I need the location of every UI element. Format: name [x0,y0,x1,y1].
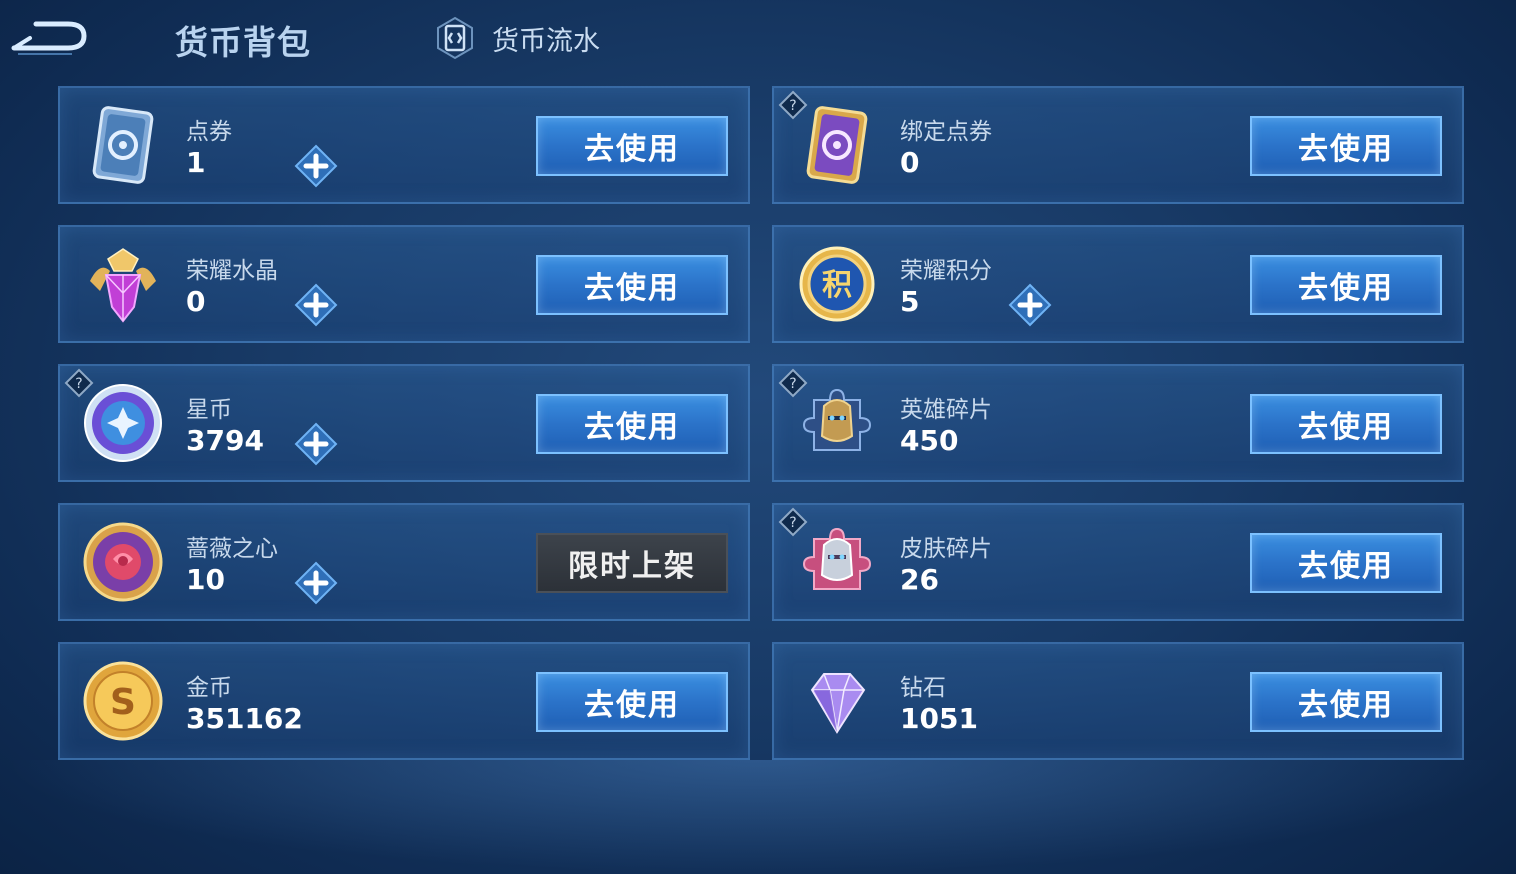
back-button[interactable] [8,16,88,58]
rose-heart-icon [83,522,163,602]
currency-card-diamond: 钻石 1051 去使用 [772,642,1464,760]
currency-amount: 5 [900,285,920,318]
voucher-icon [92,106,154,184]
currency-amount: 0 [900,146,920,179]
currency-amount: 10 [186,563,225,596]
bound-voucher-icon [806,106,868,184]
currency-name: 钻石 [900,675,946,701]
currency-amount: 3794 [186,424,264,457]
currency-name: 蔷薇之心 [186,536,278,562]
currency-card-gold-coin: S 金币 351162 去使用 [58,642,750,760]
use-button[interactable]: 去使用 [536,672,728,732]
currency-amount: 26 [900,563,939,596]
currency-card-hero-fragment: ? 英雄碎片 450 去使用 [772,364,1464,482]
diamond-icon [810,673,866,734]
honor-crystal-icon [90,248,156,323]
currency-name: 荣耀积分 [900,258,992,284]
svg-text:积: 积 [822,268,852,303]
currency-name: 绑定点券 [900,119,992,145]
use-button[interactable]: 去使用 [536,394,728,454]
currency-card-voucher: 点券 1 去使用 [58,86,750,204]
currency-amount: 0 [186,285,206,318]
use-button[interactable]: 去使用 [1250,672,1442,732]
currency-name: 荣耀水晶 [186,258,278,284]
use-button[interactable]: 去使用 [1250,533,1442,593]
currency-history-link[interactable]: 货币流水 [432,14,600,62]
currency-name: 金币 [186,675,232,701]
honor-points-icon: 积 [799,246,875,322]
currency-card-rose-heart: 蔷薇之心 10 限时上架 [58,503,750,621]
currency-amount: 1051 [900,702,978,735]
plus-icon[interactable] [294,422,338,466]
back-arrow-icon [11,21,87,55]
use-button[interactable]: 去使用 [1250,394,1442,454]
hero-fragment-icon [802,388,872,451]
use-button[interactable]: 去使用 [1250,116,1442,176]
svg-text:S: S [110,682,136,723]
page-title: 货币背包 [175,23,311,62]
use-button[interactable]: 去使用 [1250,255,1442,315]
currency-amount: 351162 [186,702,303,735]
gold-coin-icon: S [83,661,163,741]
currency-amount: 1 [186,146,206,179]
plus-icon[interactable] [294,283,338,327]
background-glow [0,760,1516,874]
currency-amount: 450 [900,424,959,457]
skin-fragment-icon [802,527,872,590]
currency-name: 星币 [186,397,232,423]
use-button[interactable]: 去使用 [536,255,728,315]
plus-icon[interactable] [294,144,338,188]
currency-card-skin-fragment: ? 皮肤碎片 26 去使用 [772,503,1464,621]
currency-name: 英雄碎片 [900,397,992,423]
currency-name: 皮肤碎片 [900,536,992,562]
plus-icon[interactable] [294,561,338,605]
plus-icon[interactable] [1008,283,1052,327]
currency-card-bound-voucher: ? 绑定点券 0 去使用 [772,86,1464,204]
currency-card-honor-points: 积 荣耀积分 5 去使用 [772,225,1464,343]
currency-card-star-coin: ? 星币 3794 去使用 [58,364,750,482]
use-button[interactable]: 去使用 [536,116,728,176]
limited-time-button[interactable]: 限时上架 [536,533,728,593]
currency-history-icon [437,16,473,60]
currency-history-label: 货币流水 [492,25,600,57]
star-coin-icon [84,384,162,462]
currency-name: 点券 [186,119,232,145]
currency-card-honor-crystal: 荣耀水晶 0 去使用 [58,225,750,343]
